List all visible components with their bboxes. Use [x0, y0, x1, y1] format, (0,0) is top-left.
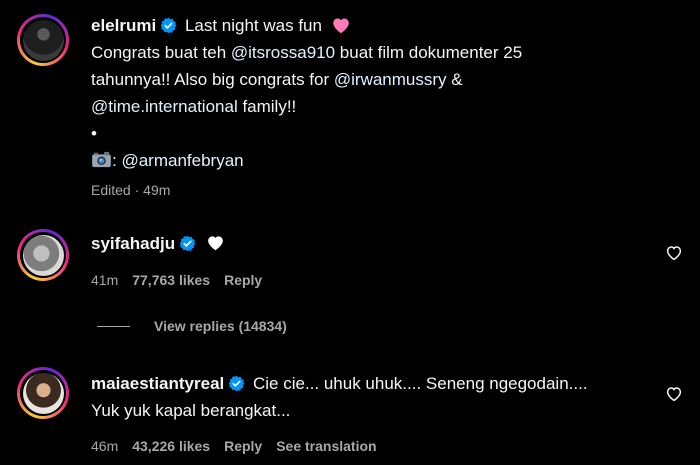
view-replies-label: View replies (14834): [154, 318, 287, 334]
avatar-image: [22, 372, 64, 414]
comment-line-1: maiaestiantyreal Cie cie... uhuk uhuk...…: [91, 370, 660, 397]
avatar-ring: [20, 370, 66, 416]
post-caption: elelrumi Last night was fun Congrats bua…: [91, 12, 660, 200]
caption-line-6: : @armanfebryan: [91, 147, 660, 174]
caption-text: Last night was fun: [184, 16, 322, 35]
caption-line-4: @time.international family!!: [91, 93, 660, 120]
comment-username[interactable]: syifahadju: [91, 234, 175, 253]
caption-text: &: [446, 70, 463, 89]
caption-line-5: •: [91, 120, 660, 147]
comment-text: Yuk yuk kapal berangkat...: [91, 401, 291, 420]
comment-likes[interactable]: 77,763 likes: [132, 272, 210, 288]
white-heart-emoji-icon: [207, 236, 223, 251]
avatar-ring: [20, 17, 66, 63]
caption-text: tahunnya!! Also big congrats for: [91, 70, 334, 89]
see-translation-button[interactable]: See translation: [276, 438, 376, 454]
caption-text: family!!: [237, 97, 297, 116]
comment-syifahadju: syifahadju 41m 77,763 likes Reply: [91, 230, 660, 290]
comment-line-2: Yuk yuk kapal berangkat...: [91, 397, 660, 424]
avatar-ring: [20, 232, 66, 278]
mention-link[interactable]: @time.international: [91, 97, 238, 116]
post-time: 49m: [143, 182, 171, 198]
pink-heart-emoji-icon: [332, 18, 349, 34]
caption-line-3: tahunnya!! Also big congrats for @irwanm…: [91, 66, 660, 93]
caption-bullet: •: [91, 124, 97, 143]
avatar-image: [22, 19, 64, 61]
caption-line-2: Congrats buat teh @itsrossa910 buat film…: [91, 39, 660, 66]
mention-link[interactable]: @armanfebryan: [121, 151, 243, 170]
post-author-username[interactable]: elelrumi: [91, 16, 156, 35]
camera-emoji-icon: [92, 151, 111, 168]
comment-line: syifahadju: [91, 230, 660, 257]
comment-likes[interactable]: 43,226 likes: [132, 438, 210, 454]
edited-label: Edited: [91, 182, 131, 198]
avatar-image: [22, 234, 64, 276]
heart-outline-icon[interactable]: [665, 244, 683, 262]
post-author-avatar[interactable]: [17, 14, 69, 66]
post-meta: Edited · 49m: [91, 180, 660, 200]
caption-text: Congrats buat teh: [91, 43, 231, 62]
caption-line-1: elelrumi Last night was fun: [91, 12, 660, 39]
verified-badge-icon: [160, 17, 177, 34]
verified-badge-icon: [179, 235, 196, 252]
comment-avatar[interactable]: [17, 229, 69, 281]
comment-meta: 41m 77,763 likes Reply: [91, 270, 660, 290]
comment-avatar[interactable]: [17, 367, 69, 419]
verified-badge-icon: [228, 375, 245, 392]
comment-meta: 46m 43,226 likes Reply See translation: [91, 436, 660, 456]
caption-text: buat film dokumenter 25: [335, 43, 523, 62]
comment-time: 46m: [91, 438, 119, 454]
view-replies-button[interactable]: View replies (14834): [97, 318, 287, 334]
comment-text: Cie cie... uhuk uhuk.... Seneng ngegodai…: [252, 374, 588, 393]
comment-username[interactable]: maiaestiantyreal: [91, 374, 224, 393]
reply-button[interactable]: Reply: [224, 272, 262, 288]
view-replies-divider: [97, 325, 130, 327]
mention-link[interactable]: @irwanmussry: [334, 70, 447, 89]
reply-button[interactable]: Reply: [224, 438, 262, 454]
heart-outline-icon[interactable]: [665, 385, 683, 403]
mention-link[interactable]: @itsrossa910: [231, 43, 335, 62]
meta-separator: ·: [134, 182, 140, 198]
comment-maiaestiantyreal: maiaestiantyreal Cie cie... uhuk uhuk...…: [91, 370, 660, 456]
comment-time: 41m: [91, 272, 119, 288]
